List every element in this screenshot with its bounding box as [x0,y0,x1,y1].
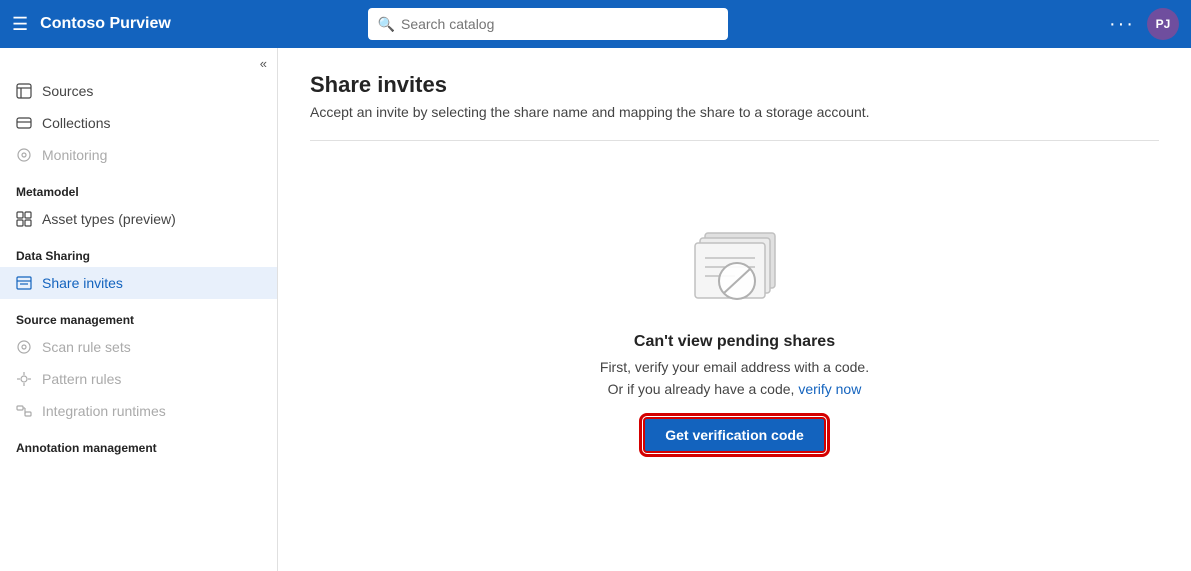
section-header-data-sharing: Data Sharing [0,235,277,267]
search-icon: 🔍 [378,16,395,33]
topnav-right-actions: ··· PJ [1109,8,1179,40]
divider [310,140,1159,141]
sidebar-item-share-invites-label: Share invites [42,275,123,291]
top-navigation: ☰ Contoso Purview 🔍 ··· PJ [0,0,1191,48]
search-input[interactable] [401,16,718,32]
empty-state-title: Can't view pending shares [634,333,835,351]
sidebar-item-pattern-rules: Pattern rules [0,363,277,395]
hamburger-menu[interactable]: ☰ [12,14,28,35]
empty-state: Can't view pending shares First, verify … [310,173,1159,453]
sidebar-item-integration-runtimes: Integration runtimes [0,395,277,427]
search-bar[interactable]: 🔍 [368,8,728,40]
sidebar-item-asset-types-label: Asset types (preview) [42,211,176,227]
empty-state-illustration [675,213,795,313]
more-options-button[interactable]: ··· [1109,13,1135,36]
integration-runtimes-icon [16,403,32,419]
collections-icon [16,115,32,131]
empty-state-link-text: Or if you already have a code, verify no… [608,381,862,397]
empty-state-description: First, verify your email address with a … [600,359,869,375]
sidebar-item-collections[interactable]: Collections [0,107,277,139]
scan-rule-sets-icon [16,339,32,355]
section-header-metamodel: Metamodel [0,171,277,203]
sidebar-item-sources[interactable]: Sources [0,75,277,107]
share-invites-icon [16,275,32,291]
user-avatar[interactable]: PJ [1147,8,1179,40]
sidebar-collapse-button[interactable]: « [0,48,277,75]
section-header-source-management: Source management [0,299,277,331]
verify-now-link[interactable]: verify now [798,381,861,397]
sidebar-item-monitoring: Monitoring [0,139,277,171]
section-header-annotation-management: Annotation management [0,427,277,459]
sidebar-item-scan-rule-sets: Scan rule sets [0,331,277,363]
sidebar-item-scan-rule-sets-label: Scan rule sets [42,339,131,355]
sidebar-item-collections-label: Collections [42,115,110,131]
sidebar-item-integration-runtimes-label: Integration runtimes [42,403,166,419]
asset-types-icon [16,211,32,227]
sidebar-item-asset-types[interactable]: Asset types (preview) [0,203,277,235]
sidebar-item-sources-label: Sources [42,83,93,99]
body-layout: « Sources Collections Monitoring Metamod… [0,48,1191,571]
pattern-rules-icon [16,371,32,387]
monitoring-icon [16,147,32,163]
sidebar: « Sources Collections Monitoring Metamod… [0,48,278,571]
sidebar-item-share-invites[interactable]: Share invites [0,267,277,299]
sidebar-item-pattern-rules-label: Pattern rules [42,371,121,387]
page-subtitle: Accept an invite by selecting the share … [310,104,1159,120]
page-title: Share invites [310,72,1159,98]
main-content: Share invites Accept an invite by select… [278,48,1191,571]
get-verification-code-button[interactable]: Get verification code [643,417,825,453]
sources-icon [16,83,32,99]
app-title: Contoso Purview [40,15,171,33]
sidebar-item-monitoring-label: Monitoring [42,147,107,163]
